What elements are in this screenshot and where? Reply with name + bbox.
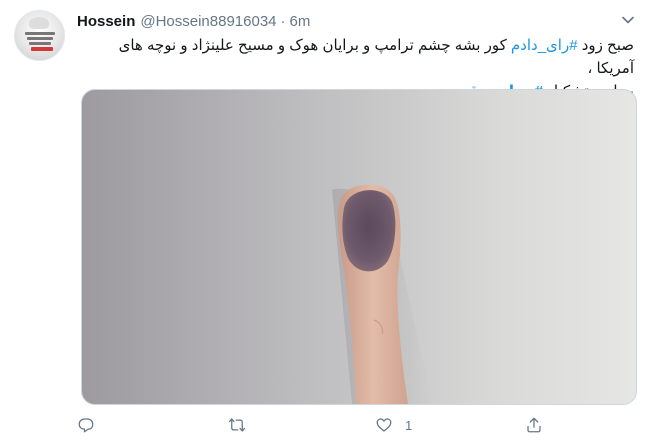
tweet-photo[interactable] bbox=[81, 89, 637, 405]
separator-dot: · bbox=[280, 12, 286, 30]
retweet-button[interactable] bbox=[228, 413, 258, 437]
heart-icon bbox=[376, 418, 392, 432]
author-name[interactable]: Hossein bbox=[77, 13, 135, 30]
tweet-card[interactable]: Hossein @Hossein88916034 · 6m صبح زود #ر… bbox=[0, 0, 652, 446]
share-icon bbox=[527, 417, 541, 433]
like-count: 1 bbox=[405, 417, 413, 433]
avatar-figure bbox=[29, 17, 49, 29]
reply-button[interactable] bbox=[77, 413, 107, 437]
avatar-text-line bbox=[29, 42, 51, 45]
retweet-icon bbox=[228, 418, 246, 432]
avatar-text-line bbox=[27, 37, 53, 40]
hashtag-link[interactable]: #رای_دادم bbox=[511, 37, 578, 54]
tweet-timestamp[interactable]: 6m bbox=[290, 13, 311, 30]
chevron-down-icon[interactable] bbox=[620, 12, 636, 28]
tweet-actions: 1 bbox=[77, 413, 637, 439]
avatar-text-line bbox=[25, 32, 55, 35]
share-button[interactable] bbox=[525, 413, 555, 437]
tweet-header: Hossein @Hossein88916034 · 6m bbox=[77, 11, 310, 31]
avatar[interactable] bbox=[14, 10, 65, 61]
author-handle[interactable]: @Hossein88916034 bbox=[140, 13, 276, 30]
photo-finger-illustration bbox=[332, 184, 432, 404]
like-button[interactable]: 1 bbox=[375, 413, 412, 437]
reply-icon bbox=[78, 418, 94, 433]
avatar-red-line bbox=[31, 47, 53, 51]
tweet-text-segment: صبح زود bbox=[577, 37, 634, 54]
